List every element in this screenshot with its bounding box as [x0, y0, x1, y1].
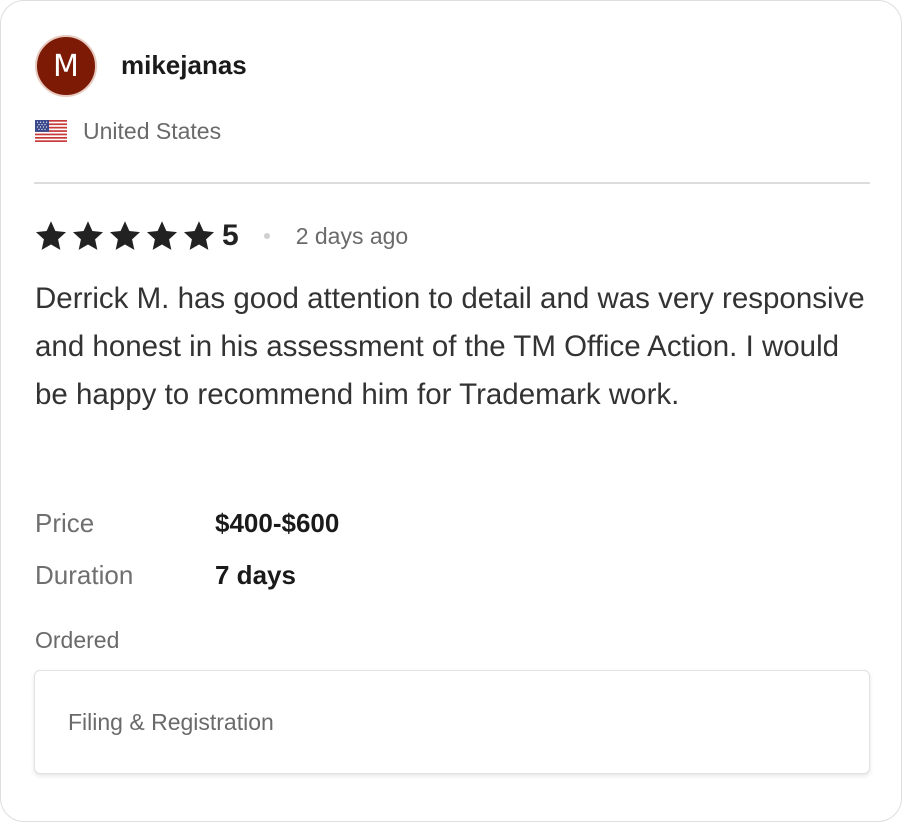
star-icon	[146, 221, 178, 250]
reviewer-country: United States	[35, 117, 221, 145]
duration-row: Duration 7 days	[35, 549, 635, 601]
star-icon	[183, 221, 215, 250]
reviewer-header: M mikejanas	[35, 35, 247, 97]
avatar-initial: M	[53, 48, 79, 84]
price-label: Price	[35, 507, 95, 538]
separator-dot	[263, 233, 270, 239]
star-icon	[72, 221, 104, 250]
reviewer-username[interactable]: mikejanas	[121, 50, 247, 81]
duration-value: 7 days	[215, 559, 296, 590]
star-rating	[34, 219, 219, 253]
star-icon	[109, 221, 141, 250]
review-time: 2 days ago	[295, 222, 409, 249]
price-value: $400-$600	[215, 507, 340, 538]
rating-row: 5 2 days ago	[34, 217, 408, 255]
review-card: M mikejanas United States 5 2 days ago D…	[0, 0, 902, 822]
order-details: Price $400-$600 Duration 7 days	[35, 497, 635, 601]
divider	[34, 182, 870, 184]
ordered-service-name: Filing & Registration	[68, 708, 274, 735]
avatar[interactable]: M	[35, 35, 97, 97]
rating-value: 5	[222, 219, 239, 252]
review-text: Derrick M. has good attention to detail …	[35, 282, 865, 411]
us-flag-icon	[35, 120, 67, 142]
ordered-service-card[interactable]: Filing & Registration	[34, 670, 870, 774]
ordered-label: Ordered	[35, 627, 120, 653]
country-name: United States	[83, 117, 222, 144]
duration-label: Duration	[35, 559, 134, 590]
price-row: Price $400-$600	[35, 497, 635, 549]
star-icon	[35, 221, 67, 250]
